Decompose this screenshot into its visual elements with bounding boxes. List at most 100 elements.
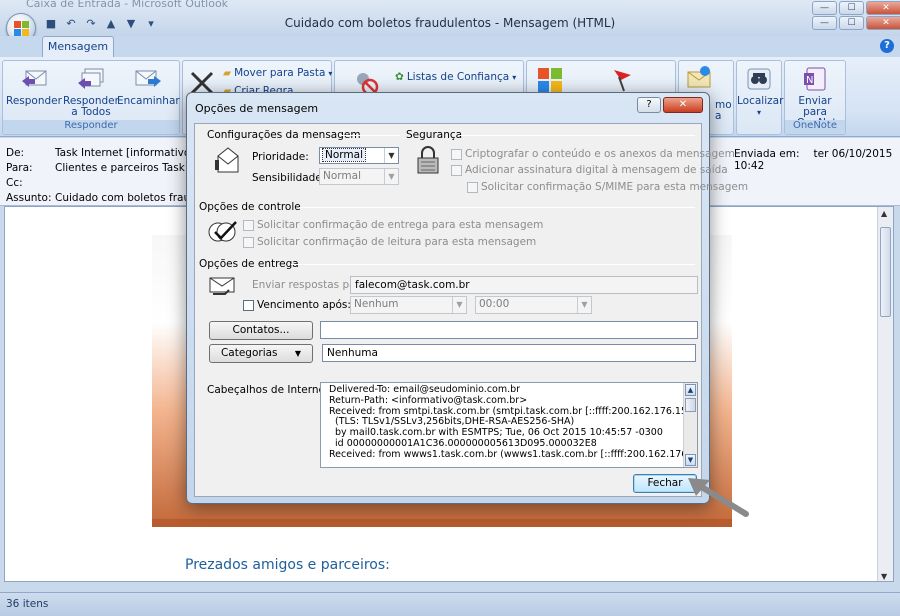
headers-scrollbar[interactable]: ▲ ▼ (683, 383, 697, 467)
vencimento-date-select: Nenhum ▼ (350, 296, 467, 314)
section-controle: Opções de controle (199, 201, 301, 213)
undo-icon[interactable]: ↶ (64, 17, 78, 31)
close-button[interactable]: ✕ (866, 16, 900, 30)
contatos-button[interactable]: Contatos... (209, 321, 313, 340)
sent-date: Enviada em: ter 06/10/2015 10:42 (734, 148, 893, 172)
categorias-field[interactable]: Nenhuma (322, 344, 696, 362)
bg-close-icon: ✕ (866, 1, 900, 15)
background-window-controls: — ☐ ✕ (812, 1, 900, 15)
redo-icon[interactable]: ↷ (84, 17, 98, 31)
up-arrow-icon[interactable]: ▲ (104, 17, 118, 31)
section-seguranca: Segurança (406, 129, 463, 141)
group-responder-label: Responder (3, 120, 179, 134)
scroll-up-icon[interactable]: ▲ (685, 384, 696, 396)
prioridade-label: Prioridade: (252, 151, 309, 163)
dialog-title: Opções de mensagem (195, 102, 319, 115)
section-entrega: Opções de entrega (199, 258, 299, 270)
binoculars-icon (747, 68, 771, 90)
divider (291, 264, 695, 265)
divider (340, 135, 400, 136)
security-lock-icon (417, 146, 439, 174)
smime-checkbox: Solicitar confirmação S/MIME para esta m… (467, 181, 748, 193)
group-localizar: Localizar ▾ (736, 60, 783, 135)
background-window-title: Caixa de Entrada - Microsoft Outlook (26, 0, 229, 10)
quick-access-toolbar: ■ ↶ ↷ ▲ ▼ ▾ (44, 17, 158, 31)
responder-button[interactable]: Responder (5, 63, 63, 107)
down-arrow-icon[interactable]: ▼ (124, 17, 138, 31)
categorize-icon[interactable] (537, 67, 563, 93)
status-bar: 36 itens (0, 592, 900, 616)
chevron-down-icon: ▼ (452, 297, 466, 313)
confirmacao-entrega-checkbox: Solicitar confirmação de entrega para es… (243, 219, 543, 231)
contatos-field[interactable] (320, 321, 698, 339)
enviar-respostas-field[interactable]: falecom@task.com.br (350, 276, 698, 294)
group-onenote-label: OneNote (785, 120, 845, 134)
reply-icon (22, 70, 47, 87)
dialog-close-button[interactable]: ✕ (663, 97, 703, 113)
ribbon-tab-bar: Mensagem ? (0, 36, 900, 57)
chevron-down-icon: ▼ (384, 148, 398, 163)
divider (299, 207, 695, 208)
encaminhar-button[interactable]: Encaminhar (117, 63, 180, 107)
to-value[interactable]: Clientes e parceiros Task (55, 162, 185, 174)
message-options-dialog: Opções de mensagem ? ✕ Configurações da … (186, 92, 748, 504)
listas-confianca-button[interactable]: ✿ Listas de Confiança ▾ (395, 71, 516, 83)
confirmacao-leitura-checkbox: Solicitar confirmação de leitura para es… (243, 236, 536, 248)
tab-mensagem[interactable]: Mensagem (42, 36, 114, 57)
vencimento-time-select: 00:00 ▼ (475, 296, 592, 314)
prioridade-select[interactable]: Normal ▼ (319, 147, 399, 164)
criptografar-checkbox: Criptografar o conteúdo e os anexos da m… (451, 148, 735, 160)
scroll-up-icon[interactable]: ▲ (881, 209, 887, 218)
dialog-help-button[interactable]: ? (637, 97, 661, 113)
cc-row: Cc: (6, 177, 23, 189)
office-logo-icon (14, 21, 29, 36)
maximize-button[interactable]: ☐ (839, 16, 864, 30)
greeting-text: Prezados amigos e parceiros: (185, 557, 390, 573)
tracking-check-icon (208, 221, 237, 242)
onenote-icon: N (804, 67, 826, 91)
bg-maximize-icon: ☐ (839, 1, 864, 15)
message-settings-icon (215, 147, 239, 173)
scroll-down-icon[interactable]: ▼ (881, 572, 887, 581)
customize-qat-icon[interactable]: ▾ (144, 17, 158, 31)
header-line: Return-Path: <informativo@task.com.br> (329, 394, 528, 406)
save-icon[interactable]: ■ (44, 17, 58, 31)
trust-list-icon: ✿ (395, 71, 404, 83)
mover-pasta-button[interactable]: ▰ Mover para Pasta ▾ (223, 67, 332, 79)
dialog-body: Configurações da mensagem Prioridade: No… (194, 123, 748, 497)
delivery-envelope-icon (209, 277, 235, 295)
chevron-down-icon: ▼ (577, 297, 591, 313)
cabecalhos-label: Cabeçalhos de Internet: (207, 384, 333, 396)
item-count: 36 itens (6, 598, 49, 610)
body-scrollbar[interactable]: ▲ ▼ (877, 207, 893, 581)
folder-icon: ▰ (223, 67, 232, 79)
chevron-down-icon: ▼ (384, 169, 398, 184)
section-configuracoes: Configurações da mensagem (207, 129, 361, 141)
window-controls: — ☐ ✕ (812, 16, 900, 30)
forward-icon (135, 70, 161, 87)
follow-up-flag-icon[interactable] (609, 67, 635, 93)
subject-value: Cuidado com boletos fraudu (55, 192, 204, 204)
internet-headers-textarea[interactable]: Delivered-To: email@seudominio.com.br Re… (320, 382, 698, 468)
assinatura-checkbox: Adicionar assinatura digital à mensagem … (451, 164, 728, 176)
divider (459, 135, 695, 136)
bg-minimize-icon: — (812, 1, 837, 15)
group-onenote: N Enviar parao OneNote OneNote (784, 60, 846, 135)
reply-all-icon (78, 68, 104, 89)
group-responder: Responder Responder a Todos Encaminhar Re… (2, 60, 180, 135)
responder-todos-button[interactable]: Responder a Todos (63, 63, 119, 118)
header-line: Received: from wwws1.task.com.br (wwws1.… (329, 448, 698, 460)
scroll-thumb[interactable] (880, 227, 891, 317)
vencimento-checkbox[interactable]: Vencimento após: (243, 299, 351, 311)
chevron-down-icon: ▼ (294, 349, 302, 358)
mark-unread-icon[interactable] (685, 65, 713, 91)
minimize-button[interactable]: — (812, 16, 837, 30)
subject-row: Assunto: Cuidado com boletos fraudu (6, 192, 204, 204)
scroll-thumb[interactable] (685, 398, 696, 412)
scroll-down-icon[interactable]: ▼ (685, 454, 696, 466)
localizar-button[interactable]: Localizar ▾ (737, 63, 783, 118)
sensibilidade-label: Sensibilidade: (252, 172, 326, 184)
svg-text:N: N (806, 75, 813, 86)
help-icon[interactable]: ? (880, 39, 894, 53)
categorias-button[interactable]: Categorias ▼ (209, 344, 313, 363)
